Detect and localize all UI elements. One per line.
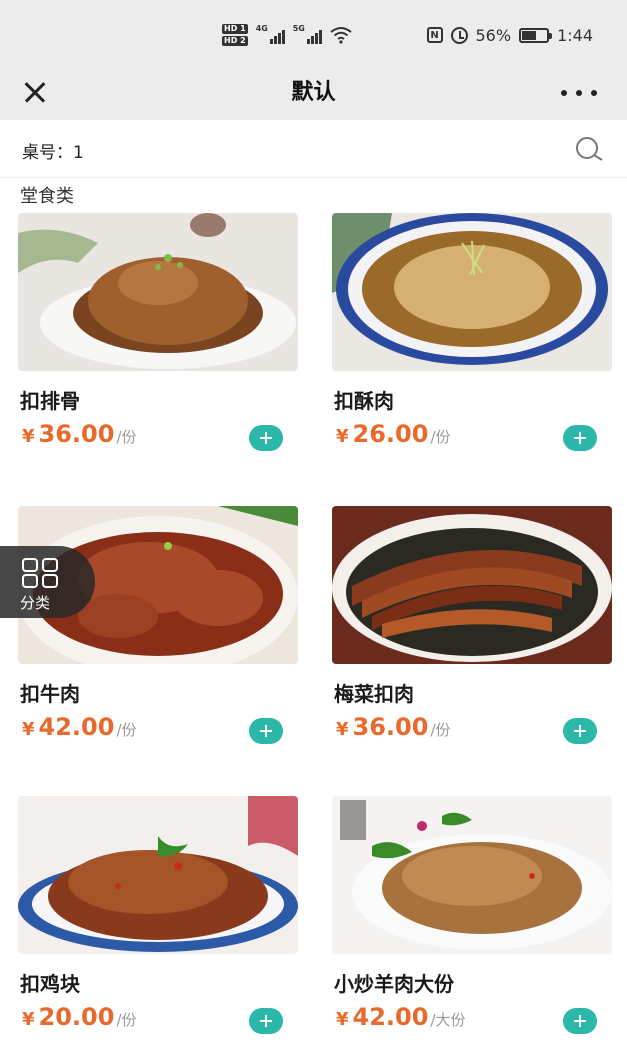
currency-symbol: ¥ xyxy=(22,1009,35,1030)
wifi-icon xyxy=(330,27,352,44)
navigation-bar: 默认 xyxy=(0,66,627,120)
status-bar-right: N 56% 1:44 xyxy=(426,22,593,48)
price-unit: /份 xyxy=(430,428,451,446)
price-value: 20.00 xyxy=(38,1003,115,1031)
signal-5g-icon: 5G xyxy=(292,24,322,44)
page-title: 默认 xyxy=(291,80,336,105)
category-float-button[interactable]: 分类 xyxy=(0,546,95,618)
price-unit: /份 xyxy=(116,721,137,739)
signal-4g-icon: 4G xyxy=(255,24,285,44)
table-number-value: 1 xyxy=(73,143,84,163)
alarm-icon xyxy=(450,26,468,44)
hd1-badge: HD 1 xyxy=(222,24,248,34)
dish-image xyxy=(18,796,298,954)
dish-price: ¥20.00/份 xyxy=(22,1003,137,1031)
dish-name: 扣牛肉 xyxy=(20,682,80,706)
more-menu-icon[interactable] xyxy=(561,81,597,105)
currency-symbol: ¥ xyxy=(22,719,35,740)
add-to-cart-button[interactable] xyxy=(563,425,597,451)
battery-icon xyxy=(519,27,553,43)
dish-name: 扣酥肉 xyxy=(334,389,394,413)
table-number-bar: 桌号：1 xyxy=(0,120,627,178)
dish-image xyxy=(332,506,612,664)
network-4g-label: 4G xyxy=(255,24,268,33)
dish-name: 扣鸡块 xyxy=(20,972,80,996)
price-value: 26.00 xyxy=(352,420,429,448)
battery-percent: 56% xyxy=(475,25,512,45)
nfc-icon: N xyxy=(426,27,443,43)
dish-name: 小炒羊肉大份 xyxy=(334,972,454,996)
category-label: 分类 xyxy=(20,594,51,612)
currency-symbol: ¥ xyxy=(336,1009,349,1030)
dish-price: ¥26.00/份 xyxy=(336,420,451,448)
table-number: 桌号：1 xyxy=(22,138,84,163)
dish-price: ¥36.00/份 xyxy=(22,420,137,448)
price-value: 36.00 xyxy=(38,420,115,448)
dish-price: ¥42.00/份 xyxy=(22,713,137,741)
section-title: 堂食类 xyxy=(20,186,74,207)
price-value: 36.00 xyxy=(352,713,429,741)
network-5g-label: 5G xyxy=(292,24,305,33)
price-unit: /份 xyxy=(430,721,451,739)
dish-name: 扣排骨 xyxy=(20,389,80,413)
price-value: 42.00 xyxy=(352,1003,429,1031)
add-to-cart-button[interactable] xyxy=(249,425,283,451)
add-to-cart-button[interactable] xyxy=(563,1008,597,1034)
currency-symbol: ¥ xyxy=(22,426,35,447)
status-bar: HD 1 HD 2 4G 5G N 56% 1:44 xyxy=(0,0,627,66)
dish-price: ¥42.00/大份 xyxy=(336,1003,466,1031)
hd2-badge: HD 2 xyxy=(222,36,248,46)
price-unit: /大份 xyxy=(430,1011,466,1029)
category-grid-icon xyxy=(22,558,58,588)
search-icon[interactable] xyxy=(573,136,605,162)
dish-name: 梅菜扣肉 xyxy=(334,682,414,706)
clock-time: 1:44 xyxy=(557,25,593,45)
price-value: 42.00 xyxy=(38,713,115,741)
status-bar-left: HD 1 HD 2 4G 5G xyxy=(222,22,352,48)
dish-price: ¥36.00/份 xyxy=(336,713,451,741)
dish-image xyxy=(332,796,612,954)
dish-image xyxy=(332,213,612,371)
hd-indicator: HD 1 HD 2 xyxy=(222,24,248,46)
add-to-cart-button[interactable] xyxy=(563,718,597,744)
dish-image xyxy=(18,213,298,371)
table-number-label: 桌号： xyxy=(22,143,73,163)
add-to-cart-button[interactable] xyxy=(249,718,283,744)
price-unit: /份 xyxy=(116,1011,137,1029)
price-unit: /份 xyxy=(116,428,137,446)
currency-symbol: ¥ xyxy=(336,719,349,740)
currency-symbol: ¥ xyxy=(336,426,349,447)
add-to-cart-button[interactable] xyxy=(249,1008,283,1034)
